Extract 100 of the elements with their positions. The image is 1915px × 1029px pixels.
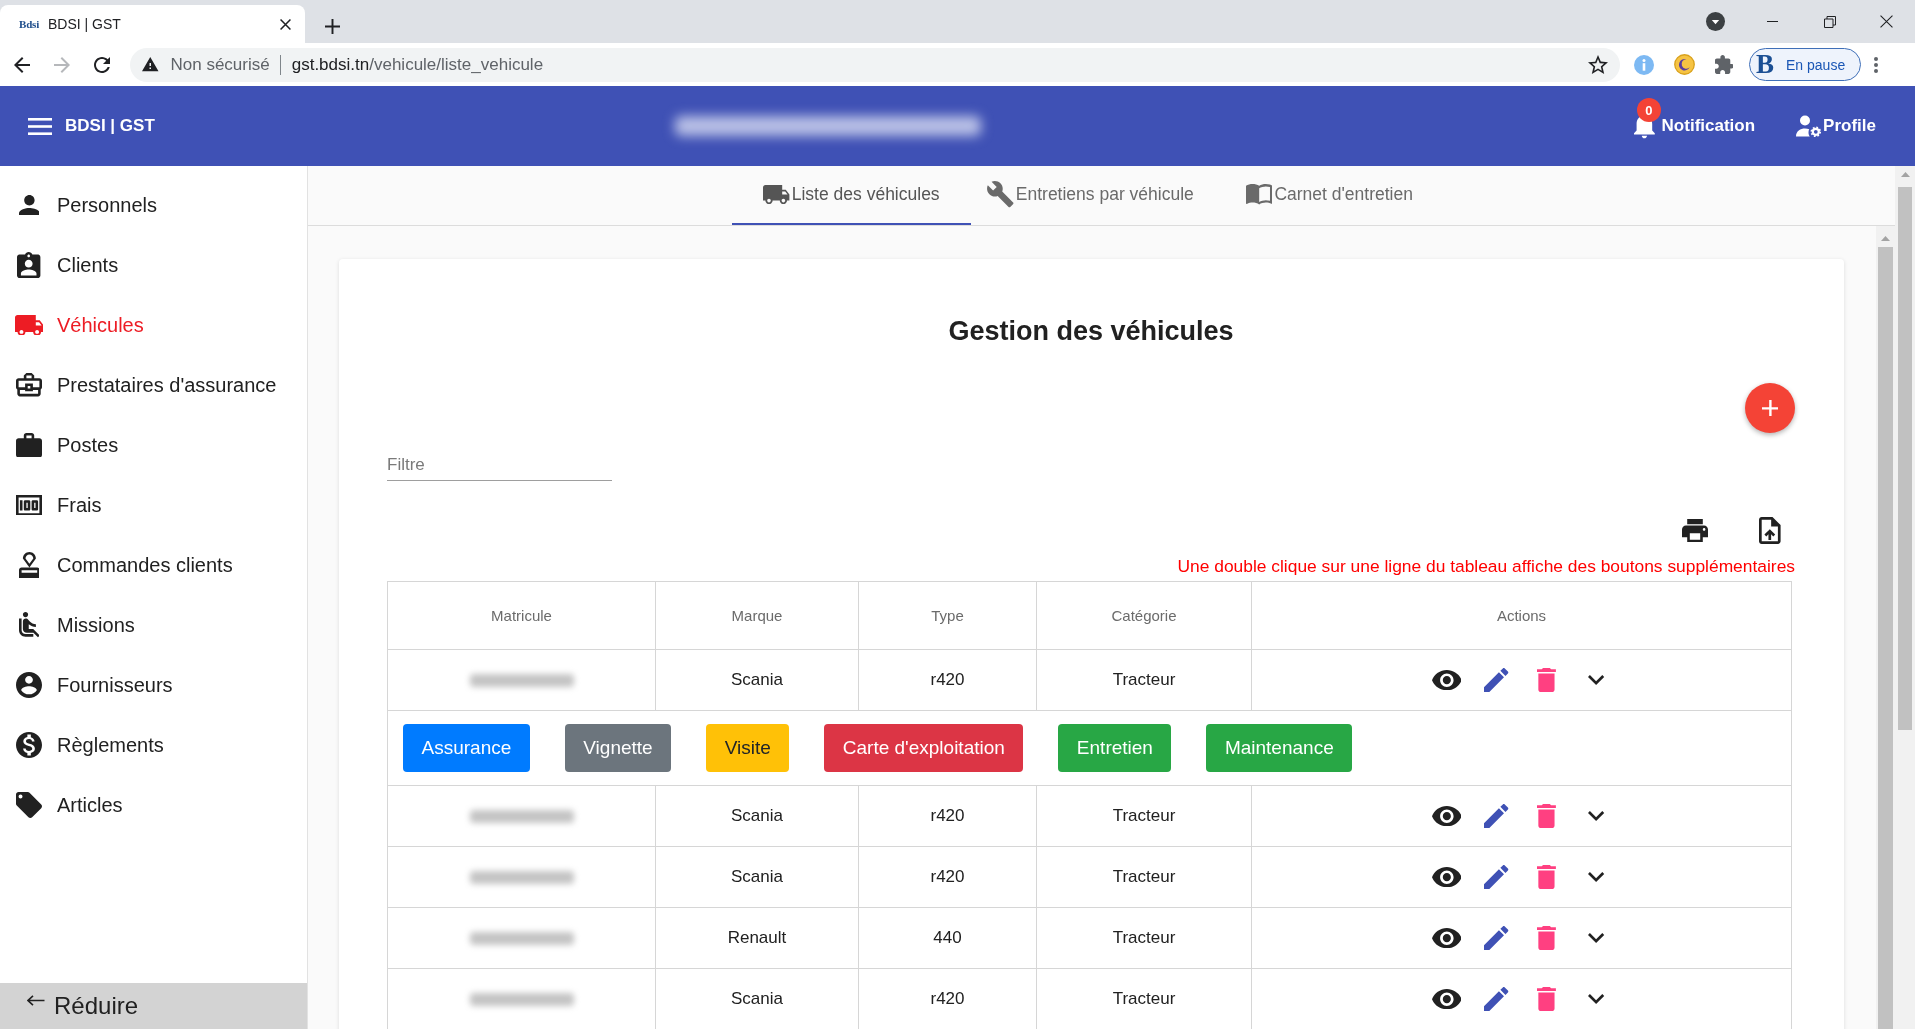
- sidebar-item[interactable]: Fournisseurs: [0, 655, 307, 715]
- scrollbar-thumb[interactable]: [1898, 187, 1912, 730]
- person-icon: [18, 194, 40, 216]
- id-badge-icon: [17, 252, 41, 278]
- sidebar-item[interactable]: Postes: [0, 415, 307, 475]
- avatar-initial: B: [1756, 51, 1774, 78]
- column-header: Actions: [1251, 581, 1792, 650]
- tag-icon: [16, 792, 42, 818]
- star-icon[interactable]: [1588, 55, 1608, 74]
- upload-file-icon[interactable]: [1759, 517, 1781, 544]
- column-header: Matricule: [387, 581, 656, 650]
- moon-icon[interactable]: [1673, 54, 1695, 75]
- trash-icon[interactable]: [1537, 803, 1556, 829]
- briefcase-icon: [16, 373, 42, 397]
- app-title: BDSI | GST: [65, 116, 155, 136]
- more-icon[interactable]: [1874, 56, 1878, 73]
- chevron-down-icon[interactable]: [1588, 994, 1605, 1004]
- seated-person-icon: [18, 612, 40, 638]
- briefcase-icon: [16, 432, 42, 458]
- user-gear-icon: [1796, 115, 1823, 137]
- trash-icon[interactable]: [1537, 986, 1556, 1012]
- sidebar-item[interactable]: Clients: [0, 235, 307, 295]
- pencil-icon[interactable]: [1484, 803, 1509, 829]
- table-cell: 440: [858, 907, 1037, 969]
- tab[interactable]: Liste des véhicules: [732, 166, 971, 225]
- close-icon[interactable]: [280, 18, 291, 30]
- security-label: Non sécurisé: [170, 54, 270, 75]
- plus-icon[interactable]: [325, 19, 340, 34]
- chevron-down-icon[interactable]: [1588, 675, 1605, 685]
- action-button[interactable]: Vignette: [564, 724, 672, 772]
- warning-icon: [142, 57, 159, 72]
- browser-tab[interactable]: Bdsi BDSI | GST: [0, 5, 305, 43]
- chevron-down-icon[interactable]: [1588, 872, 1605, 882]
- add-button[interactable]: [1745, 383, 1795, 433]
- collapse-button[interactable]: Réduire: [0, 983, 307, 1029]
- back-arrow-icon[interactable]: [14, 56, 30, 73]
- pencil-icon[interactable]: [1484, 986, 1509, 1012]
- tab[interactable]: Carnet d'entretien: [1210, 166, 1449, 225]
- sidebar-item[interactable]: Prestataires d'assurance: [0, 355, 307, 415]
- plus-icon: [1761, 399, 1779, 417]
- eye-icon[interactable]: [1431, 866, 1462, 888]
- table-cell: Renault: [655, 907, 859, 969]
- chevron-down-icon[interactable]: [1588, 811, 1605, 821]
- column-header: Marque: [655, 581, 859, 650]
- trash-icon[interactable]: [1537, 864, 1556, 890]
- table-cell: r420: [858, 785, 1037, 847]
- notification-badge: 0: [1636, 98, 1661, 123]
- restore-icon[interactable]: [1823, 15, 1836, 28]
- eye-icon[interactable]: [1431, 805, 1462, 827]
- sidebar-item[interactable]: Personnels: [0, 175, 307, 235]
- chevron-down-icon[interactable]: [1588, 933, 1605, 943]
- banknote-icon: [16, 494, 42, 516]
- profile-button[interactable]: Profile: [1796, 115, 1876, 137]
- eye-icon[interactable]: [1431, 927, 1462, 949]
- sidebar-item[interactable]: Articles: [0, 775, 307, 835]
- print-icon[interactable]: [1682, 518, 1709, 543]
- puzzle-icon[interactable]: [1714, 55, 1734, 74]
- left-arrow-icon: [27, 994, 45, 1006]
- table-cell: Scania: [655, 785, 859, 847]
- truck-icon: [763, 184, 790, 205]
- pencil-icon[interactable]: [1484, 925, 1509, 951]
- sidebar-item[interactable]: Missions: [0, 595, 307, 655]
- sidebar-item[interactable]: Frais: [0, 475, 307, 535]
- menu-icon[interactable]: [28, 117, 52, 135]
- dropdown-icon[interactable]: [1706, 12, 1725, 31]
- wrench-icon: [987, 181, 1014, 208]
- pencil-icon[interactable]: [1484, 667, 1509, 693]
- tab[interactable]: Entretiens par véhicule: [971, 166, 1210, 225]
- page-title: Gestion des véhicules: [947, 315, 1235, 348]
- table-cell: Tracteur: [1036, 785, 1252, 847]
- dollar-icon: [16, 732, 42, 758]
- table-cell: Scania: [655, 649, 859, 711]
- scrollbar-thumb[interactable]: [1878, 247, 1893, 1029]
- table-cell: Tracteur: [1036, 649, 1252, 711]
- eye-icon[interactable]: [1431, 988, 1462, 1010]
- action-button[interactable]: Visite: [706, 724, 790, 772]
- column-header: Catégorie: [1036, 581, 1252, 650]
- notification-button[interactable]: 0 Notification: [1633, 98, 1756, 139]
- table-cell: r420: [858, 846, 1037, 908]
- filter-field[interactable]: Filtre: [387, 450, 612, 481]
- eye-icon[interactable]: [1431, 669, 1462, 691]
- table-cell: r420: [858, 649, 1037, 711]
- table-cell: Tracteur: [1036, 907, 1252, 969]
- sidebar-item[interactable]: Commandes clients: [0, 535, 307, 595]
- table-cell: Scania: [655, 846, 859, 908]
- reload-icon[interactable]: [94, 56, 110, 73]
- sidebar-item[interactable]: Règlements: [0, 715, 307, 775]
- action-button[interactable]: Assurance: [403, 724, 530, 772]
- address-bar[interactable]: Non sécurisé gst.bdsi.tn/vehicule/liste_vehicule: [130, 47, 1620, 82]
- truck-icon: [14, 314, 44, 336]
- pencil-icon[interactable]: [1484, 864, 1509, 890]
- sidebar-item[interactable]: Véhicules: [0, 295, 307, 355]
- profile-button[interactable]: B En pause: [1749, 48, 1861, 81]
- book-icon: [1246, 184, 1273, 205]
- trash-icon[interactable]: [1537, 667, 1556, 693]
- column-header: Type: [858, 581, 1037, 650]
- hint-text: Une double clique sur une ligne du tableau affiche des boutons supplémentaires: [1176, 556, 1795, 576]
- trash-icon[interactable]: [1537, 925, 1556, 951]
- action-button[interactable]: Carte d'exploitation: [824, 724, 1024, 772]
- close-icon[interactable]: [1880, 15, 1893, 28]
